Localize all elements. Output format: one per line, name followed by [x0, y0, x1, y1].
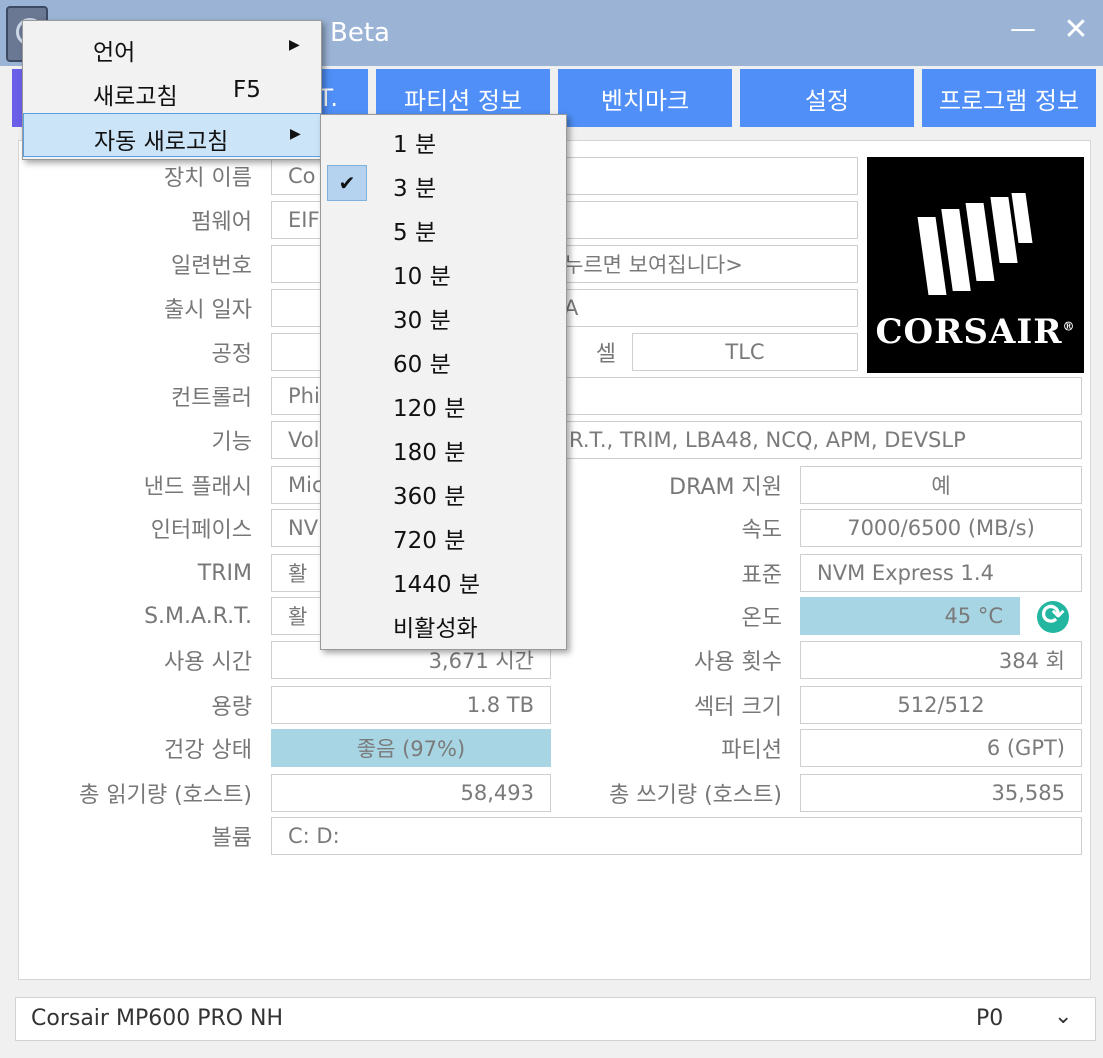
submenu-item-120min[interactable]: 120 분: [321, 381, 566, 425]
label-host-writes: 총 쓰기량 (호스트): [609, 783, 782, 808]
field-sector-size: 512/512: [800, 686, 1082, 724]
field-host-writes: 35,585: [800, 774, 1082, 812]
drive-select[interactable]: Corsair MP600 PRO NH P0 ⌄: [15, 997, 1096, 1041]
label-speed: 속도: [741, 518, 782, 543]
submenu-item-180min[interactable]: 180 분: [321, 425, 566, 469]
label-interface: 인터페이스: [150, 518, 252, 543]
label-volume: 볼륨: [211, 826, 252, 851]
label-controller: 컨트롤러: [171, 386, 252, 411]
label-smart: S.M.A.R.T.: [144, 603, 252, 629]
field-partition: 6 (GPT): [800, 729, 1082, 767]
field-capacity: 1.8 TB: [271, 686, 551, 724]
tab-benchmark[interactable]: 벤치마크: [558, 69, 732, 127]
label-capacity: 용량: [211, 695, 252, 720]
label-features: 기능: [211, 430, 252, 455]
window-title: Beta: [330, 18, 390, 48]
field-temperature: 45 °C: [800, 597, 1020, 635]
submenu-item-30min[interactable]: 30 분: [321, 293, 566, 337]
close-button[interactable]: ✕: [1062, 12, 1090, 47]
check-icon: ✔: [327, 165, 367, 201]
refresh-icon[interactable]: [1037, 598, 1069, 633]
label-nand: 낸드 플래시: [143, 475, 252, 500]
submenu-item-720min[interactable]: 720 분: [321, 513, 566, 557]
submenu-arrow-icon: ▶: [290, 126, 301, 142]
menu-item-auto-refresh-label: 자동 새로고침: [94, 129, 229, 155]
label-trim: TRIM: [197, 560, 252, 586]
submenu-item-1min[interactable]: 1 분: [321, 117, 566, 161]
label-dram: DRAM 지원: [669, 475, 782, 500]
label-health: 건강 상태: [164, 738, 252, 763]
label-device-name: 장치 이름: [164, 166, 252, 191]
label-release-date: 출시 일자: [164, 298, 252, 323]
tab-settings[interactable]: 설정: [740, 69, 914, 127]
submenu-item-1440min[interactable]: 1440 분: [321, 557, 566, 601]
chevron-down-icon: ⌄: [1054, 1004, 1073, 1029]
field-power-cycles: 384 회: [800, 641, 1082, 679]
label-cell: 셀: [595, 342, 616, 367]
auto-refresh-submenu: 1 분 ✔ 3 분 5 분 10 분 30 분 60 분 120 분 180 분…: [320, 114, 567, 650]
field-standard: NVM Express 1.4: [800, 554, 1082, 592]
minimize-button[interactable]: —: [1010, 14, 1036, 44]
label-host-reads: 총 읽기량 (호스트): [79, 783, 252, 808]
label-sector-size: 섹터 크기: [694, 695, 782, 720]
menu-item-refresh-shortcut: F5: [233, 77, 261, 103]
menu-item-refresh-label: 새로고침: [93, 84, 178, 110]
menu-item-refresh[interactable]: 새로고침 F5: [23, 69, 321, 113]
features-tail: R.T., TRIM, LBA48, NCQ, APM, DEVSLP: [569, 428, 966, 452]
field-cell: TLC: [632, 333, 858, 371]
field-dram: 예: [800, 466, 1082, 504]
logo-wordmark: CORSAIR®: [875, 312, 1076, 352]
submenu-item-60min[interactable]: 60 분: [321, 337, 566, 381]
label-temperature: 온도: [741, 606, 782, 631]
submenu-item-360min[interactable]: 360 분: [321, 469, 566, 513]
features-head: Vol: [288, 428, 320, 452]
field-volume: C: D:: [271, 817, 1082, 855]
submenu-item-disable[interactable]: 비활성화: [321, 601, 566, 645]
menu-item-auto-refresh[interactable]: 자동 새로고침 ▶: [23, 113, 321, 157]
submenu-item-10min[interactable]: 10 분: [321, 249, 566, 293]
submenu-item-3min[interactable]: ✔ 3 분: [321, 161, 566, 205]
field-speed: 7000/6500 (MB/s): [800, 509, 1082, 547]
label-standard: 표준: [741, 563, 782, 588]
context-menu: 언어 ▶ 새로고침 F5 자동 새로고침 ▶: [22, 20, 322, 160]
field-host-reads: 58,493: [271, 774, 551, 812]
label-power-on-hours: 사용 시간: [164, 650, 252, 675]
tab-about[interactable]: 프로그램 정보: [922, 69, 1096, 127]
field-health: 좋음 (97%): [271, 729, 551, 767]
label-power-cycles: 사용 횟수: [694, 650, 782, 675]
drive-select-port: P0: [976, 1006, 1004, 1031]
drive-select-name: Corsair MP600 PRO NH: [31, 1006, 284, 1031]
submenu-item-5min[interactable]: 5 분: [321, 205, 566, 249]
label-serial: 일련번호: [171, 254, 252, 279]
submenu-arrow-icon: ▶: [289, 37, 300, 53]
brand-logo: CORSAIR®: [867, 157, 1084, 373]
menu-item-language-label: 언어: [93, 40, 136, 66]
label-partition: 파티션: [721, 738, 782, 763]
label-process: 공정: [211, 342, 252, 367]
menu-item-language[interactable]: 언어 ▶: [23, 25, 321, 69]
label-firmware: 펌웨어: [191, 210, 252, 235]
